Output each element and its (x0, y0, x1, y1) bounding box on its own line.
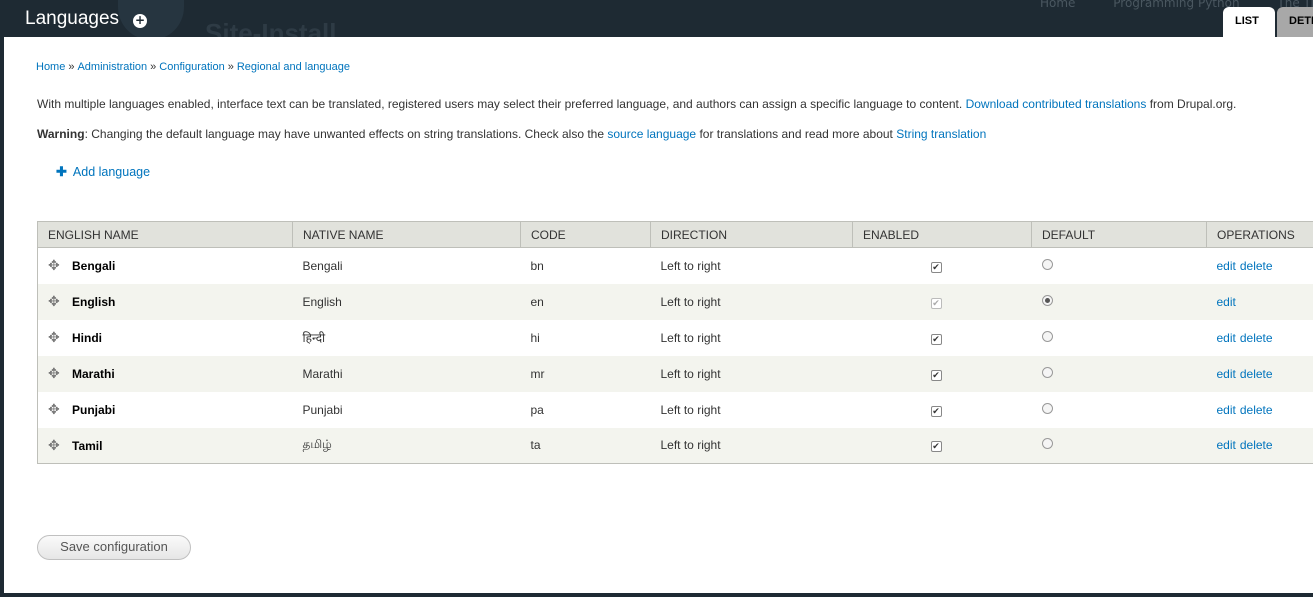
add-language-label: Add language (72, 165, 151, 179)
language-code: mr (520, 355, 651, 392)
overlay-content: Home» Administration» Configuration» Region… (4, 37, 1313, 593)
enabled-checkbox[interactable]: ✔ (930, 261, 942, 273)
drag-handle-icon[interactable]: ✥ (48, 257, 64, 274)
breadcrumb-home[interactable]: Home (36, 61, 65, 73)
edit-link[interactable]: edit (1217, 295, 1236, 309)
default-radio[interactable] (1041, 366, 1053, 378)
tab-list[interactable]: LIST (1223, 7, 1275, 37)
edit-link[interactable]: edit (1217, 403, 1236, 417)
native-name: Bengali (292, 247, 521, 284)
plus-icon: ✚ (56, 164, 67, 179)
page-title: Languages (25, 8, 120, 29)
delete-link[interactable]: delete (1240, 259, 1273, 273)
english-name: Punjabi (72, 403, 116, 417)
language-code: en (520, 283, 651, 320)
enabled-checkbox[interactable]: ✔ (930, 333, 942, 345)
delete-link[interactable]: delete (1240, 367, 1273, 381)
table-row: ✥ Hindi हिन्दी hi Left to right ✔ edit del… (37, 319, 1313, 356)
header-native-name: NATIVE NAME (292, 221, 521, 248)
add-shortcut-icon[interactable]: + (133, 14, 147, 28)
table-row: ✥ Marathi Marathi mr Left to right ✔ edit… (37, 355, 1313, 392)
default-radio[interactable] (1041, 258, 1053, 270)
header-code: CODE (520, 221, 651, 248)
english-name: Bengali (72, 259, 116, 274)
intro-text: With multiple languages enabled, interfa… (37, 97, 1236, 111)
delete-link[interactable]: delete (1240, 438, 1273, 452)
download-translations-link[interactable]: Download contributed translations (966, 97, 1147, 111)
delete-link[interactable]: delete (1240, 403, 1273, 417)
table-row: ✥ English English en Left to right ✔ edit (37, 283, 1313, 320)
direction: Left to right (650, 319, 853, 356)
enabled-checkbox[interactable]: ✔ (930, 441, 942, 453)
native-name: Marathi (292, 355, 521, 392)
breadcrumb-separator: » (227, 61, 234, 73)
header-enabled: ENABLED (852, 221, 1032, 248)
drag-handle-icon[interactable]: ✥ (48, 329, 64, 346)
default-radio[interactable] (1041, 402, 1053, 414)
default-radio[interactable] (1041, 438, 1053, 450)
breadcrumb-regional[interactable]: Regional and language (237, 61, 350, 73)
table-row: ✥ Tamil தமிழ் ta Left to right ✔ edit dele… (37, 427, 1313, 464)
table-row: ✥ Bengali Bengali bn Left to right ✔ edit… (37, 247, 1313, 284)
tab-detection[interactable]: DETE (1277, 7, 1313, 37)
background-link[interactable]: Programming Python (1113, 0, 1239, 10)
direction: Left to right (650, 427, 853, 464)
table-header-row: ENGLISH NAME NATIVE NAME CODE DIRECTION … (37, 221, 1313, 248)
warning-body: : Changing the default language may have… (84, 127, 605, 141)
breadcrumb-administration[interactable]: Administration (77, 61, 147, 73)
english-name: English (72, 295, 116, 309)
header-operations: OPERATIONS (1206, 221, 1313, 248)
header-direction: DIRECTION (650, 221, 853, 248)
enabled-checkbox[interactable]: ✔ (930, 405, 942, 417)
header-default: DEFAULT (1031, 221, 1207, 248)
warning-middle: for translations and read more about (699, 127, 893, 141)
warning-text: Warning: Changing the default language m… (37, 127, 986, 141)
edit-link[interactable]: edit (1217, 438, 1236, 452)
warning-label: Warning (37, 127, 85, 141)
enabled-checkbox[interactable]: ✔ (930, 369, 942, 381)
direction: Left to right (650, 283, 853, 320)
add-language-link[interactable]: ✚ Add language (56, 164, 150, 180)
language-code: ta (520, 427, 651, 464)
direction: Left to right (650, 391, 853, 428)
string-translation-link[interactable]: String translation (896, 127, 986, 141)
breadcrumb-separator: » (68, 61, 75, 73)
default-radio[interactable] (1041, 330, 1053, 342)
drag-handle-icon[interactable]: ✥ (48, 401, 64, 418)
breadcrumb-configuration[interactable]: Configuration (159, 61, 224, 73)
table-row: ✥ Punjabi Punjabi pa Left to right ✔ edit… (37, 391, 1313, 428)
breadcrumb-separator: » (150, 61, 157, 73)
language-code: pa (520, 391, 651, 428)
default-radio[interactable] (1041, 294, 1053, 306)
breadcrumb: Home» Administration» Configuration» Region… (36, 61, 350, 73)
source-language-link[interactable]: source language (607, 127, 696, 141)
english-name: Tamil (72, 438, 103, 453)
intro-suffix: from Drupal.org. (1149, 97, 1237, 111)
direction: Left to right (650, 355, 853, 392)
drag-handle-icon[interactable]: ✥ (48, 365, 64, 382)
native-name: Punjabi (292, 391, 521, 428)
intro-body: With multiple languages enabled, interfa… (37, 97, 963, 111)
direction: Left to right (650, 247, 853, 284)
drag-handle-icon[interactable]: ✥ (48, 293, 64, 310)
english-name: Marathi (72, 367, 115, 381)
english-name: Hindi (72, 331, 102, 345)
native-name: हिन्दी (292, 319, 521, 356)
enabled-checkbox: ✔ (930, 297, 942, 309)
edit-link[interactable]: edit (1217, 367, 1236, 381)
language-code: hi (520, 319, 651, 356)
language-code: bn (520, 247, 651, 284)
drag-handle-icon[interactable]: ✥ (48, 437, 64, 454)
header-english-name: ENGLISH NAME (37, 221, 293, 248)
native-name: English (292, 283, 521, 320)
save-configuration-button[interactable]: Save configuration (37, 535, 191, 560)
native-name: தமிழ் (292, 427, 521, 464)
edit-link[interactable]: edit (1217, 331, 1236, 345)
delete-link[interactable]: delete (1240, 331, 1273, 345)
background-link[interactable]: Home (1040, 0, 1075, 10)
primary-tabs: LIST DETE (1223, 7, 1313, 37)
edit-link[interactable]: edit (1217, 259, 1236, 273)
languages-table: ENGLISH NAME NATIVE NAME CODE DIRECTION … (37, 221, 1313, 464)
